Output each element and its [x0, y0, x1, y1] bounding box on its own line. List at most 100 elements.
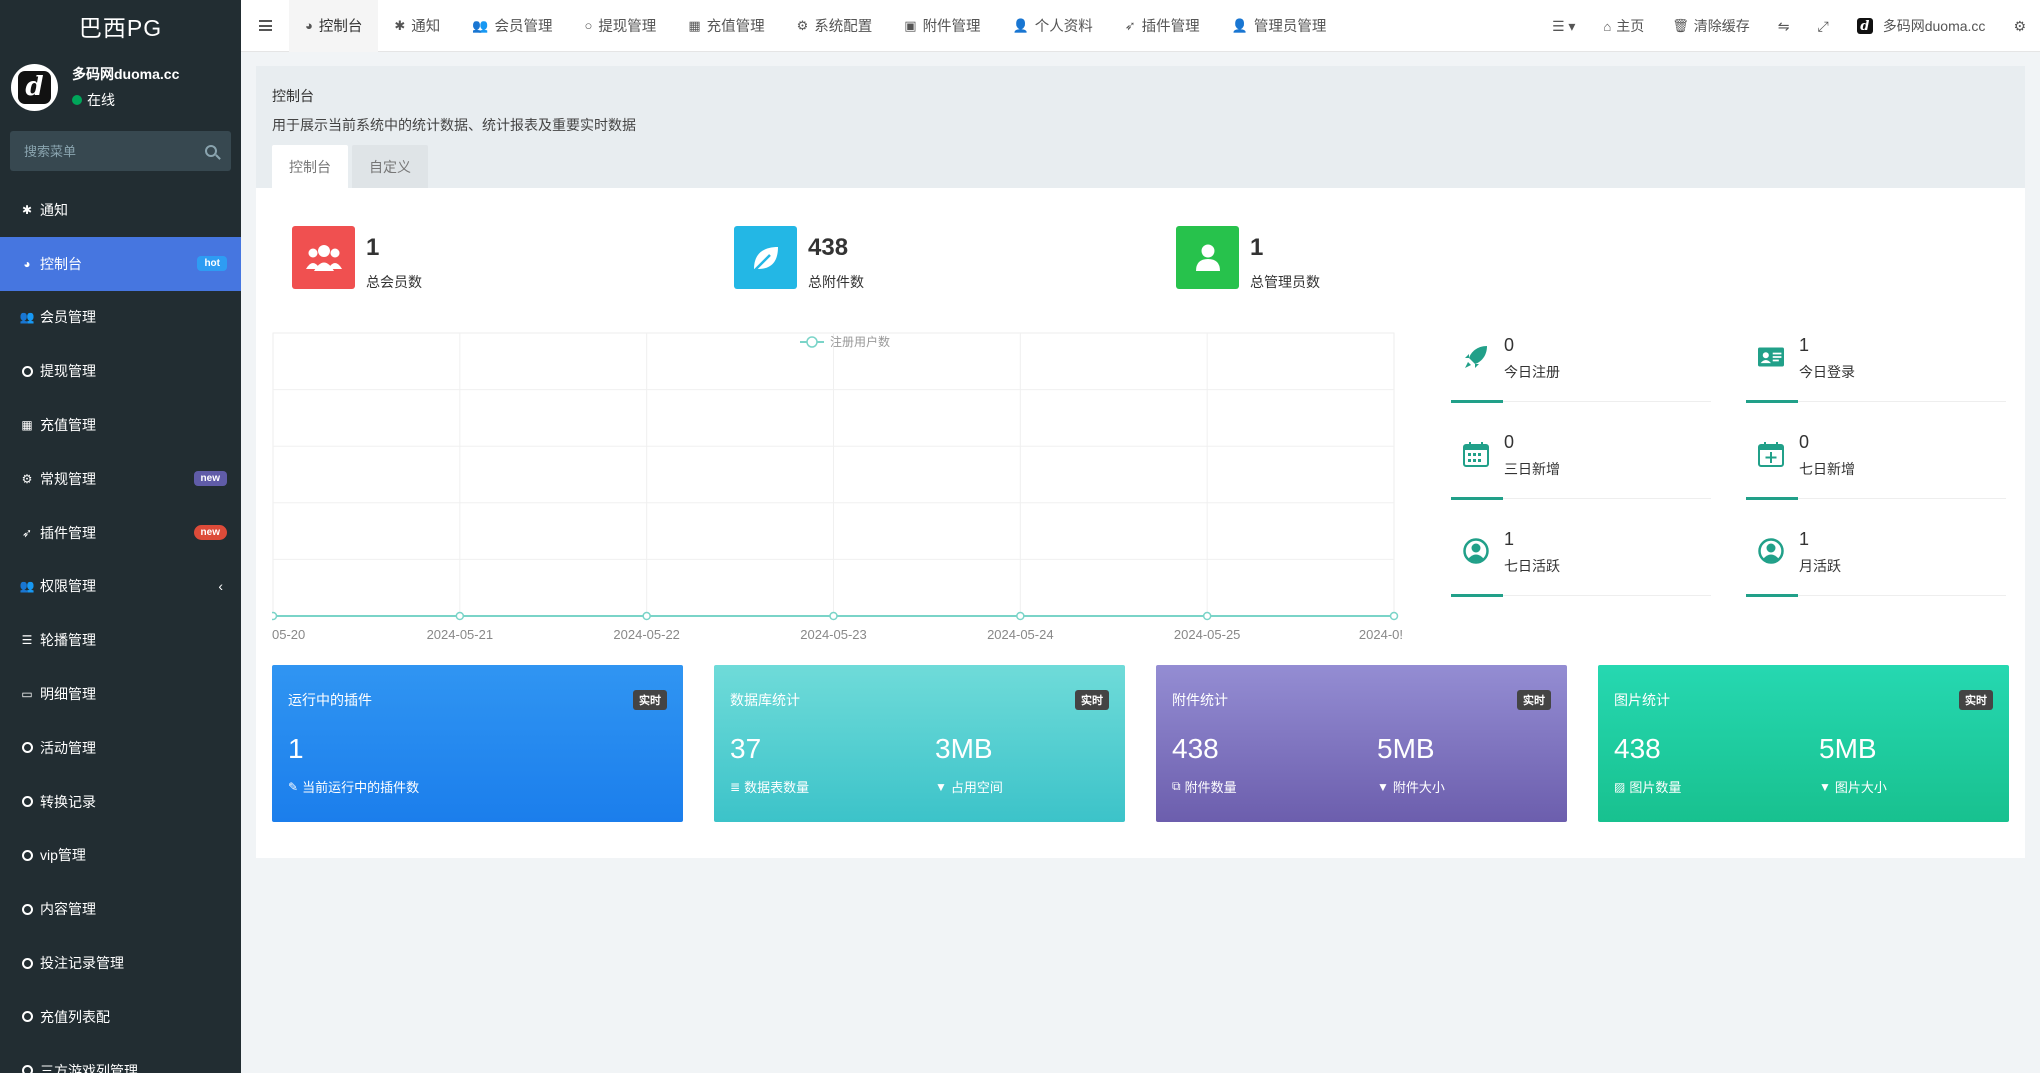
tab-plugins[interactable]: ➶ 插件管理: [1109, 0, 1216, 52]
stat-value: 438: [808, 234, 849, 261]
image-icon: ▨: [1614, 779, 1626, 794]
menu-search-input[interactable]: [24, 143, 205, 159]
sidebar-item-carousel[interactable]: ☰ 轮播管理: [0, 613, 241, 667]
sidebar-item-recharge-list[interactable]: 充值列表配: [0, 990, 241, 1044]
duoma-logo-icon: d: [1856, 18, 1873, 34]
realtime-badge: 实时: [633, 690, 667, 710]
calendar-plus-icon: [1758, 441, 1784, 467]
calendar-icon: [1463, 441, 1489, 467]
language-button[interactable]: ⇋: [1764, 0, 1804, 52]
sidebar-item-withdraw[interactable]: 提现管理: [0, 344, 241, 398]
data-point[interactable]: [1389, 611, 1399, 621]
rocket-icon: [1463, 344, 1489, 370]
card-subtitle-text: 数据表数量: [744, 780, 810, 795]
data-point[interactable]: [268, 611, 278, 621]
realtime-badge: 实时: [1959, 690, 1993, 710]
clear-cache-button[interactable]: 🗑 清除缓存: [1658, 0, 1764, 52]
tab-recharge[interactable]: ▦ 充值管理: [672, 0, 780, 52]
card-running-plugins: 运行中的插件 实时 1 ✎ 当前运行中的插件数: [272, 665, 683, 822]
sidebar-item-label: 活动管理: [40, 739, 96, 756]
mini-stat-today-login: 1 今日登录: [1746, 332, 2006, 403]
sidebar-item-recharge[interactable]: ▦ 充值管理: [0, 398, 241, 452]
rocket-icon: ➶: [21, 525, 33, 540]
tab-admins[interactable]: 👤 管理员管理: [1216, 0, 1343, 52]
stat-total-admins: 1 总管理员数: [1176, 226, 1320, 292]
tab-dropdown-button[interactable]: ☰ ▾: [1538, 0, 1589, 52]
mini-stat-value: 1: [1799, 335, 1810, 355]
legend-label[interactable]: 注册用户数: [830, 334, 890, 349]
sidebar-item-label: 内容管理: [40, 901, 96, 918]
x-tick-label: 2024-05-21: [427, 627, 494, 642]
filter-icon: ▼: [1819, 779, 1831, 794]
sidebar-item-permissions[interactable]: 👥 权限管理 ‹: [0, 560, 241, 614]
sidebar-item-third-games[interactable]: 三方游戏列管理: [0, 1044, 241, 1073]
data-point[interactable]: [642, 611, 651, 621]
avatar: d: [11, 63, 58, 111]
home-link[interactable]: ⌂ 主页: [1589, 0, 1658, 52]
users-icon: 👥: [19, 310, 35, 325]
sidebar-item-vip[interactable]: vip管理: [0, 829, 241, 883]
tab-system-config[interactable]: ⚙ 系统配置: [781, 0, 889, 52]
settings-button[interactable]: ⚙: [1999, 0, 2040, 52]
sidebar-toggle-button[interactable]: [241, 20, 289, 31]
mini-stat-value: 0: [1799, 432, 1810, 452]
tab-notice[interactable]: ✱ 通知: [378, 0, 456, 52]
duoma-logo-icon: d: [18, 70, 51, 104]
asterisk-icon: ✱: [21, 202, 33, 217]
page-description: 用于展示当前系统中的统计数据、统计报表及重要实时数据: [272, 117, 636, 133]
stat-total-members: 1 总会员数: [292, 226, 422, 292]
card-attachment-stats: 附件统计 实时 438 ⧉ 附件数量 5MB ▼ 附件大小: [1156, 665, 1567, 822]
mini-stat-label: 今日登录: [1799, 364, 1855, 380]
mini-stat-bar: [1451, 594, 1503, 597]
fullscreen-button[interactable]: ⤢: [1804, 0, 1843, 52]
chevron-left-icon: ‹: [218, 578, 223, 595]
sidebar-item-conversion[interactable]: 转换记录: [0, 775, 241, 829]
card-title: 运行中的插件: [288, 692, 372, 708]
page-title: 控制台: [272, 88, 314, 104]
card-value: 438: [1614, 733, 1661, 764]
tab-profile[interactable]: 👤 个人资料: [997, 0, 1109, 52]
user-menu[interactable]: d 多码网duoma.cc: [1843, 0, 2000, 52]
card-subtitle: ▨ 图片数量: [1614, 777, 1681, 796]
magic-wand-icon: ✎: [288, 779, 299, 794]
stat-label: 总管理员数: [1250, 274, 1320, 290]
tab-dashboard[interactable]: ◕ 控制台: [289, 0, 379, 52]
sidebar-item-dashboard[interactable]: ◕ 控制台 hot: [0, 236, 241, 291]
brand-logo[interactable]: 巴西PG: [0, 0, 241, 52]
sidebar-item-general[interactable]: ⚙ 常规管理 new: [0, 452, 241, 506]
data-point[interactable]: [455, 611, 465, 621]
sidebar-item-plugins[interactable]: ➶ 插件管理 new: [0, 506, 241, 560]
file-image-icon: ▣: [904, 17, 917, 33]
card-subtitle-text: 图片数量: [1629, 780, 1682, 795]
data-point[interactable]: [1202, 611, 1212, 621]
user-menu-name: 多码网duoma.cc: [1882, 18, 1986, 34]
users-icon: [292, 226, 355, 289]
mini-stat-bar: [1746, 400, 1798, 403]
sidebar-item-notice[interactable]: ✱ 通知: [0, 183, 241, 237]
realtime-badge: 实时: [1517, 690, 1551, 710]
circle-icon: [19, 903, 35, 915]
mini-stat-label: 七日活跃: [1504, 558, 1560, 574]
legend-marker: [806, 336, 818, 348]
sidebar-item-content[interactable]: 内容管理: [0, 882, 241, 936]
data-point[interactable]: [829, 611, 838, 621]
card-subtitle-text: 附件数量: [1184, 780, 1237, 795]
clear-cache-label: 清除缓存: [1693, 18, 1750, 34]
tab-members[interactable]: 👥 会员管理: [456, 0, 568, 52]
stat-value: 1: [366, 234, 380, 261]
users-icon: 👥: [472, 17, 489, 33]
tab-attachments[interactable]: ▣ 附件管理: [888, 0, 996, 52]
data-point[interactable]: [1016, 611, 1025, 621]
sidebar-item-details[interactable]: ▭ 明细管理: [0, 667, 241, 721]
list-icon: ☰: [21, 633, 33, 648]
sidebar-item-members[interactable]: 👥 会员管理: [0, 291, 241, 345]
card-value-secondary: 5MB: [1377, 733, 1435, 764]
sidebar-item-activity[interactable]: 活动管理: [0, 721, 241, 775]
mini-stat-seven-day-active: 1 七日活跃: [1451, 526, 1711, 597]
search-icon[interactable]: [205, 145, 217, 157]
tab-custom-panel[interactable]: 自定义: [352, 145, 428, 188]
dashboard-icon: ◕: [305, 18, 313, 33]
tab-dashboard-panel[interactable]: 控制台: [272, 145, 348, 188]
sidebar-item-bets[interactable]: 投注记录管理: [0, 936, 241, 990]
tab-withdraw[interactable]: ○ 提现管理: [568, 0, 672, 52]
